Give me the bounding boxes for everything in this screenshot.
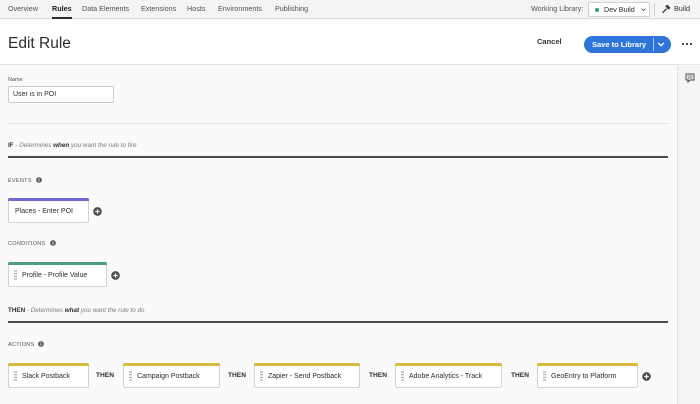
action-card[interactable]: Campaign Postback [123, 363, 220, 388]
then-connector: THEN [511, 372, 529, 379]
library-select[interactable]: Dev Build [588, 2, 650, 17]
name-field[interactable] [8, 86, 114, 103]
tab-data-elements[interactable]: Data Elements [82, 0, 129, 19]
action-card[interactable]: GeoEntry to Platform [537, 363, 638, 388]
drag-handle-icon[interactable] [14, 371, 17, 381]
comment-icon[interactable] [685, 73, 695, 83]
page-header: Edit Rule Cancel Save to Library [0, 20, 700, 65]
drag-handle-icon[interactable] [14, 270, 17, 280]
name-label: Name [8, 77, 23, 83]
action-card-label: Campaign Postback [137, 373, 200, 380]
more-icon[interactable] [681, 40, 693, 48]
add-condition-icon[interactable] [111, 271, 120, 280]
if-heading: IF - Determines when you want the rule t… [8, 142, 136, 149]
hammer-icon [662, 4, 671, 14]
action-card-label: Slack Postback [22, 373, 70, 380]
action-card[interactable]: Zapier - Send Postback [254, 363, 360, 388]
divider [8, 123, 668, 124]
cancel-button[interactable]: Cancel [537, 37, 562, 46]
condition-card-label: Profile - Profile Value [22, 272, 88, 279]
action-card[interactable]: Slack Postback [8, 363, 89, 388]
save-split-divider [653, 38, 654, 51]
working-library-label: Working Library: [531, 4, 584, 13]
drag-handle-icon[interactable] [401, 371, 404, 381]
chevron-down-icon [641, 8, 646, 12]
info-icon[interactable] [38, 341, 44, 347]
condition-card[interactable]: Profile - Profile Value [8, 262, 107, 287]
save-label: Save to Library [592, 40, 647, 49]
then-heading: THEN - Determines what you want the rule… [8, 307, 145, 314]
add-action-icon[interactable] [642, 372, 651, 381]
tab-environments[interactable]: Environments [218, 0, 262, 19]
tab-publishing[interactable]: Publishing [275, 0, 308, 19]
nav-divider [654, 3, 655, 16]
page-title: Edit Rule [8, 35, 71, 52]
library-value: Dev Build [604, 5, 635, 14]
drag-handle-icon[interactable] [129, 371, 132, 381]
tab-extensions[interactable]: Extensions [141, 0, 176, 19]
tab-rules[interactable]: Rules [52, 0, 72, 19]
info-icon[interactable] [50, 240, 56, 246]
chevron-down-icon[interactable] [657, 41, 665, 48]
if-divider [8, 156, 668, 158]
top-nav: Overview Rules Data Elements Extensions … [0, 0, 700, 19]
drag-handle-icon[interactable] [260, 371, 263, 381]
add-event-icon[interactable] [93, 207, 102, 216]
event-card[interactable]: Places - Enter POI [8, 198, 89, 223]
then-emphasis: what [64, 307, 80, 314]
tab-overview[interactable]: Overview [8, 0, 38, 19]
if-emphasis: when [53, 142, 70, 149]
save-to-library-button[interactable]: Save to Library [584, 36, 671, 53]
status-dot-icon [595, 8, 599, 12]
then-connector: THEN [369, 372, 387, 379]
build-label: Build [674, 4, 690, 13]
then-text-a: - Determines [25, 307, 65, 314]
then-prefix: THEN [8, 307, 26, 314]
event-card-label: Places - Enter POI [15, 208, 73, 215]
if-text-b: you want the rule to fire [69, 142, 137, 149]
events-label: EVENTS [8, 178, 32, 184]
tab-hosts[interactable]: Hosts [187, 0, 205, 19]
actions-label: ACTIONS [8, 342, 35, 348]
then-divider [8, 321, 668, 323]
action-card-label: Adobe Analytics - Track [409, 373, 483, 380]
conditions-label: CONDITIONS [8, 241, 46, 247]
then-connector: THEN [228, 372, 246, 379]
right-rail [677, 66, 700, 404]
action-card-label: GeoEntry to Platform [551, 373, 617, 380]
action-card-label: Zapier - Send Postback [268, 373, 342, 380]
action-card[interactable]: Adobe Analytics - Track [395, 363, 502, 388]
info-icon[interactable] [36, 177, 42, 183]
then-text-b: you want the rule to do [79, 307, 145, 314]
if-text-a: - Determines [13, 142, 54, 149]
drag-handle-icon[interactable] [543, 371, 546, 381]
then-connector: THEN [96, 372, 114, 379]
